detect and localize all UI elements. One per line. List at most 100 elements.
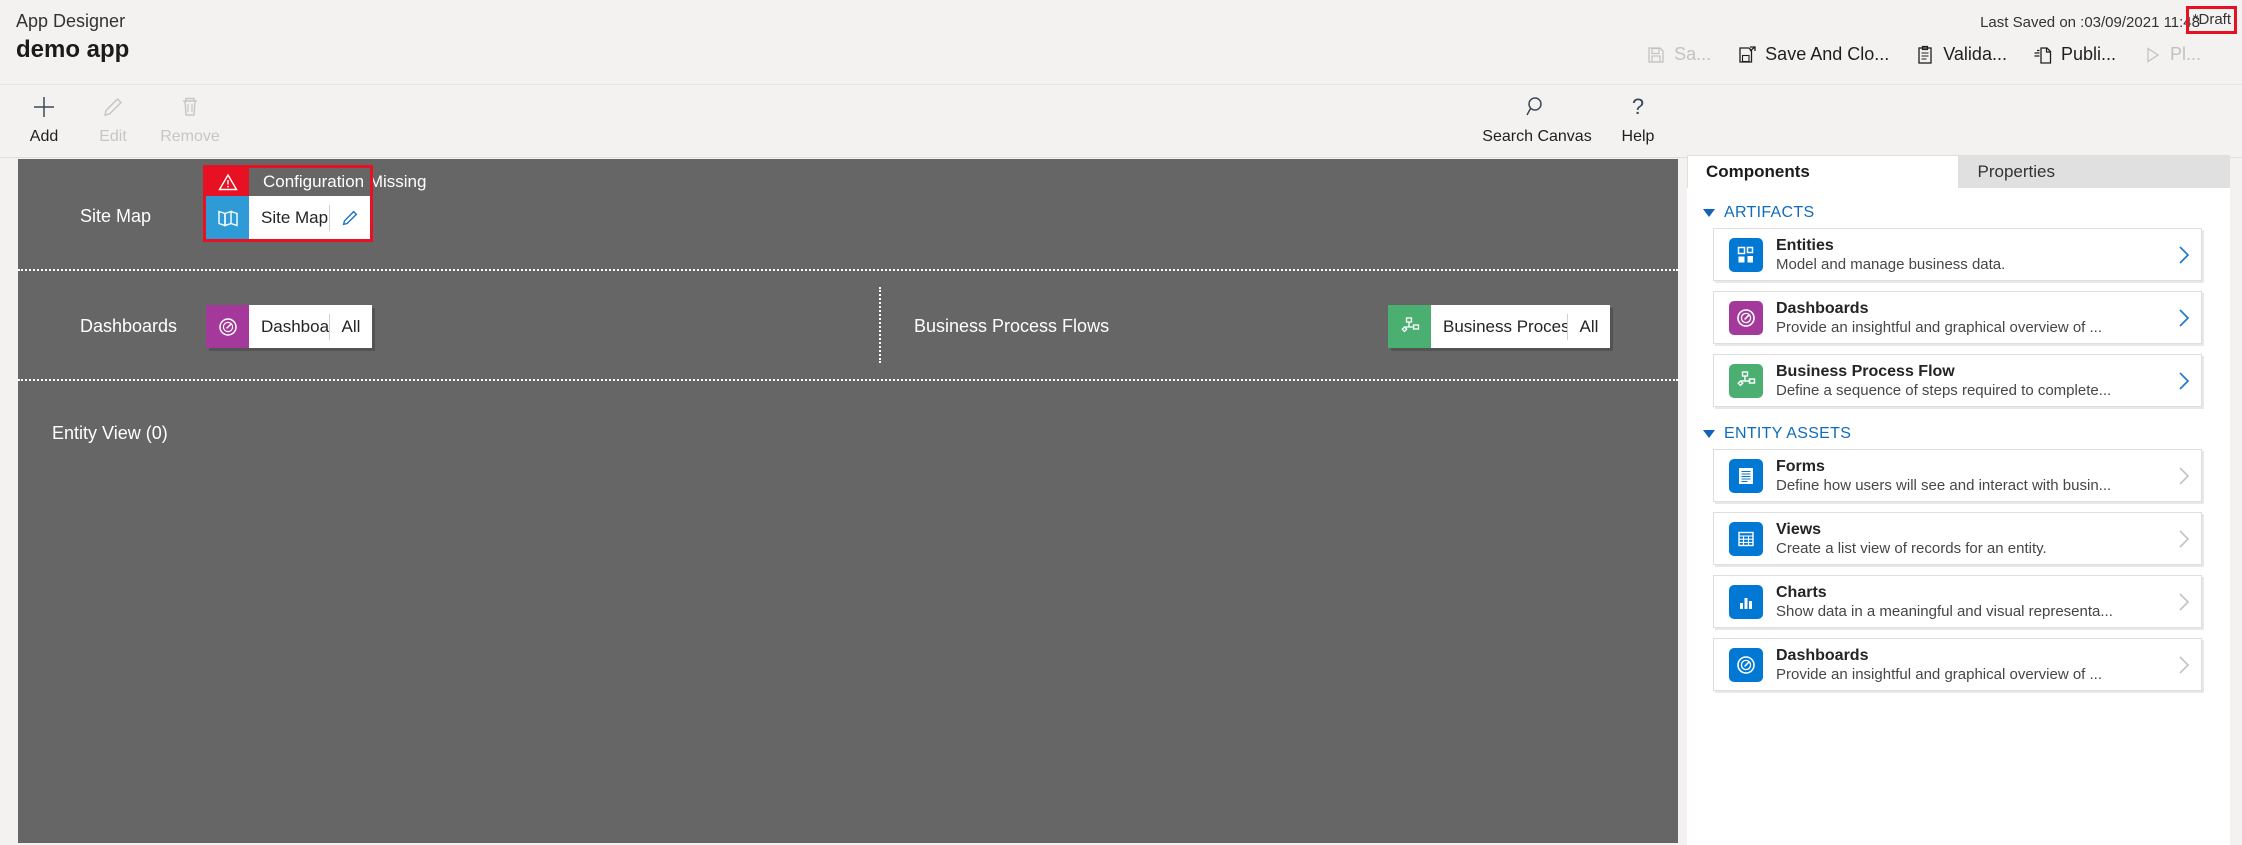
canvas-command-bar: Add Edit Remove Search Canvas ? Help: [0, 84, 2242, 158]
chevron-right-icon[interactable]: [2167, 591, 2201, 613]
component-card-forms[interactable]: Forms Define how users will see and inte…: [1713, 449, 2202, 502]
card-text: Forms Define how users will see and inte…: [1776, 457, 2167, 495]
dashboard-gauge-icon: [1729, 300, 1763, 335]
help-button[interactable]: ? Help: [1578, 93, 1698, 146]
add-button-label: Add: [29, 128, 59, 145]
configuration-missing-text: Configuration Missing: [263, 171, 427, 191]
canvas-row-label: Entity View (0): [52, 423, 168, 443]
validate-button-label: Valida...: [1943, 44, 2007, 64]
card-description: Define how users will see and interact w…: [1776, 476, 2112, 494]
component-card-entities[interactable]: Entities Model and manage business data.: [1713, 228, 2202, 281]
panel-tab-list: Components Properties: [1687, 155, 2230, 188]
card-text: Dashboards Provide an insightful and gra…: [1776, 646, 2167, 684]
card-description: Show data in a meaningful and visual rep…: [1776, 602, 2113, 620]
tab-properties[interactable]: Properties: [1958, 155, 2230, 188]
configuration-missing-banner: Configuration Missing: [206, 167, 426, 196]
trash-icon: [177, 93, 203, 121]
app-designer-label: App Designer: [16, 11, 126, 31]
component-card-dashboards-artifacts[interactable]: Dashboards Provide an insightful and gra…: [1713, 291, 2202, 344]
search-canvas-button-label: Search Canvas: [1482, 128, 1592, 145]
card-text: Entities Model and manage business data.: [1776, 236, 2167, 274]
component-card-views[interactable]: Views Create a list view of records for …: [1713, 512, 2202, 565]
canvas-tile-suffix: All: [1579, 316, 1599, 336]
component-card-dashboards-entity-assets[interactable]: Dashboards Provide an insightful and gra…: [1713, 638, 2202, 691]
card-text: Business Process Flow Define a sequence …: [1776, 362, 2167, 400]
views-table-icon: [1729, 521, 1763, 556]
canvas-row-label: Site Map: [80, 206, 152, 226]
right-panel: Components Properties ARTIFACTS Entities…: [1687, 155, 2230, 845]
publish-icon: [2033, 45, 2053, 65]
chevron-down-icon: [1703, 209, 1715, 217]
charts-bar-icon: [1729, 584, 1763, 619]
chevron-right-icon[interactable]: [2167, 528, 2201, 550]
card-text: Views Create a list view of records for …: [1776, 520, 2167, 558]
sitemap-book-icon: [206, 196, 249, 239]
app-header: App Designer demo app Last Saved on :03/…: [0, 0, 2242, 84]
chevron-right-icon[interactable]: [2167, 654, 2201, 676]
plus-icon: [31, 93, 57, 121]
canvas-row-dashboards: Dashboards Dashboards All Business Proce…: [18, 271, 1678, 381]
save-and-close-button-label: Save And Clo...: [1765, 44, 1890, 64]
save-button-label: Sa...: [1674, 44, 1712, 64]
search-icon: [1524, 93, 1550, 121]
play-button[interactable]: Pl...: [2129, 38, 2214, 71]
group-header-artifacts[interactable]: ARTIFACTS: [1701, 196, 2210, 228]
card-title: Forms: [1776, 457, 1825, 475]
card-description: Provide an insightful and graphical over…: [1776, 665, 2103, 683]
publish-button-label: Publi...: [2060, 44, 2116, 64]
form-icon: [1729, 458, 1763, 493]
remove-button[interactable]: Remove: [144, 93, 236, 146]
canvas-tile-business-process-flow[interactable]: Business Proces... All: [1388, 305, 1610, 348]
component-card-business-process-flow[interactable]: Business Process Flow Define a sequence …: [1713, 354, 2202, 407]
remove-button-label: Remove: [160, 128, 220, 145]
card-title: Dashboards: [1776, 299, 1869, 317]
canvas-tile-sitemap[interactable]: Site Map: [206, 196, 370, 239]
card-text: Dashboards Provide an insightful and gra…: [1776, 299, 2167, 337]
save-button[interactable]: Sa...: [1633, 38, 1724, 71]
status-badge: *Draft: [2185, 6, 2237, 34]
save-and-close-button[interactable]: Save And Clo...: [1724, 38, 1902, 71]
question-mark-icon: ?: [1625, 93, 1651, 121]
play-button-label: Pl...: [2169, 44, 2201, 64]
save-and-close-icon: [1737, 45, 1757, 65]
group-header-entity-assets[interactable]: ENTITY ASSETS: [1701, 417, 2210, 449]
group-title: ARTIFACTS: [1724, 204, 1815, 221]
canvas-tile-dashboards[interactable]: Dashboards All: [206, 305, 372, 348]
header-actions: Sa... Save And Clo... Valida... Publi...: [1633, 38, 2214, 71]
edit-sitemap-pencil-icon[interactable]: [330, 196, 370, 239]
dashboard-gauge-icon: [1729, 647, 1763, 682]
chevron-right-icon[interactable]: [2167, 244, 2201, 266]
tab-components[interactable]: Components: [1687, 155, 1959, 188]
canvas-tile-label: Dashboards: [261, 316, 329, 336]
process-flow-icon: [1729, 363, 1763, 398]
canvas-tile-label: Site Map: [261, 207, 329, 227]
chevron-right-icon[interactable]: [2167, 465, 2201, 487]
publish-button[interactable]: Publi...: [2020, 38, 2129, 71]
card-text: Charts Show data in a meaningful and vis…: [1776, 583, 2167, 621]
help-button-label: Help: [1621, 128, 1655, 145]
chevron-right-icon[interactable]: [2167, 307, 2201, 329]
entities-grid-icon: [1729, 237, 1763, 272]
pencil-icon: [100, 93, 126, 121]
canvas-row-label: Dashboards: [80, 316, 178, 336]
card-title: Dashboards: [1776, 646, 1869, 664]
last-saved-text: Last Saved on :03/09/2021 11:48: [1980, 14, 2200, 31]
edit-button-label: Edit: [99, 128, 127, 145]
save-icon: [1646, 45, 1666, 65]
component-card-charts[interactable]: Charts Show data in a meaningful and vis…: [1713, 575, 2202, 628]
chevron-right-icon[interactable]: [2167, 370, 2201, 392]
group-title: ENTITY ASSETS: [1724, 425, 1852, 442]
process-flow-icon: [1388, 305, 1431, 348]
canvas-tile-suffix: All: [341, 316, 361, 336]
canvas-column-divider: [879, 287, 881, 363]
svg-text:?: ?: [1632, 94, 1644, 119]
play-icon: [2142, 45, 2162, 65]
card-description: Provide an insightful and graphical over…: [1776, 318, 2103, 336]
card-description: Create a list view of records for an ent…: [1776, 539, 2047, 557]
card-description: Define a sequence of steps required to c…: [1776, 381, 2112, 399]
card-title: Views: [1776, 520, 1822, 538]
dashboard-gauge-icon: [206, 305, 249, 348]
validate-button[interactable]: Valida...: [1902, 38, 2020, 71]
validate-clipboard-icon: [1915, 45, 1935, 65]
card-description: Model and manage business data.: [1776, 255, 2006, 273]
